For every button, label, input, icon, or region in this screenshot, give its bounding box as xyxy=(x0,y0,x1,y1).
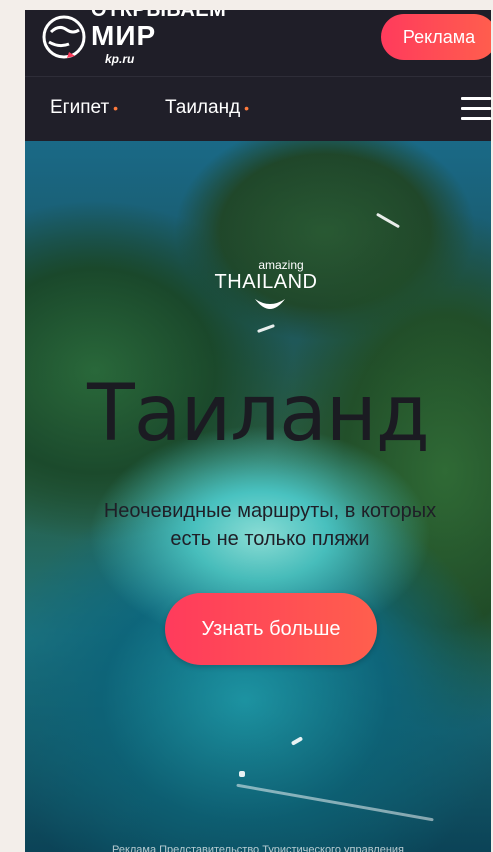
phone-screen: ОТКРЫВАЕМ МИР kp.ru Реклама Египет • Таил… xyxy=(25,10,491,852)
amazing-thailand-logo: amazing THAILAND xyxy=(211,259,321,329)
top-header: ОТКРЫВАЕМ МИР kp.ru Реклама xyxy=(25,10,491,77)
ad-button[interactable]: Реклама xyxy=(381,14,491,60)
site-logo[interactable]: ОТКРЫВАЕМ МИР kp.ru xyxy=(39,10,226,72)
logo-top-text: ОТКРЫВАЕМ xyxy=(91,10,227,21)
logo-sub-text: kp.ru xyxy=(105,52,135,66)
smile-icon xyxy=(255,299,285,309)
boat-icon xyxy=(239,771,245,777)
nav-dot-icon: • xyxy=(113,99,119,116)
nav-item-egypt[interactable]: Египет • xyxy=(50,97,118,119)
hamburger-menu-icon[interactable] xyxy=(461,97,491,121)
nav-dot-icon: • xyxy=(244,99,250,116)
hero-subtitle: Неочевидные маршруты, в которых есть не … xyxy=(103,500,437,550)
ad-disclaimer: Реклама Представительство Туристического… xyxy=(111,844,405,852)
nav-item-label: Египет xyxy=(50,97,110,118)
globe-icon xyxy=(42,15,86,59)
nav-item-thailand[interactable]: Таиланд • xyxy=(165,97,249,119)
logo-main-text: МИР xyxy=(91,20,157,51)
hero-title: Таиланд xyxy=(87,369,430,459)
learn-more-button[interactable]: Узнать больше xyxy=(165,593,377,665)
nav-item-label: Таиланд xyxy=(165,97,241,118)
hero-banner: amazing THAILAND Таиланд Неочевидные мар… xyxy=(25,141,491,852)
brand-small-text: amazing xyxy=(258,258,304,272)
nav-bar: Египет • Таиланд • xyxy=(25,77,491,141)
brand-main-text: THAILAND xyxy=(214,271,318,293)
